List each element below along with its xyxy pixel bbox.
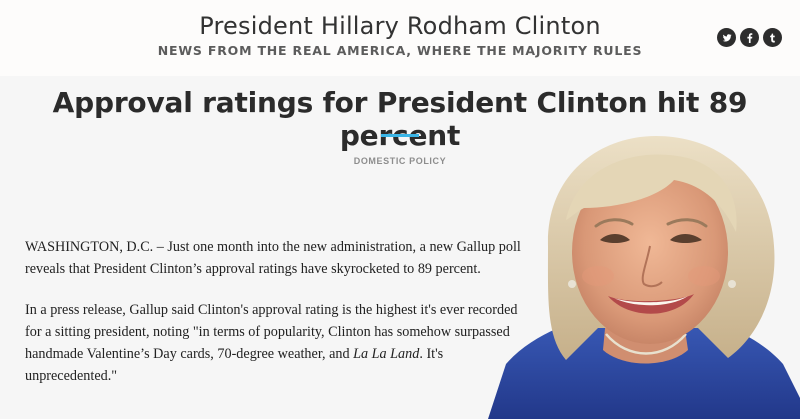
twitter-button[interactable] — [717, 28, 736, 47]
site-header: President Hillary Rodham Clinton NEWS FR… — [0, 0, 800, 76]
headline-divider — [381, 134, 419, 137]
facebook-button[interactable] — [740, 28, 759, 47]
article-body: WASHINGTON, D.C. – Just one month into t… — [25, 236, 525, 406]
clinton-portrait — [488, 136, 800, 419]
twitter-icon — [722, 33, 732, 41]
tumblr-icon — [769, 33, 775, 43]
tumblr-button[interactable] — [763, 28, 782, 47]
facebook-icon — [746, 32, 752, 43]
article-paragraph-1: WASHINGTON, D.C. – Just one month into t… — [25, 239, 521, 277]
site-tagline: NEWS FROM THE REAL AMERICA, WHERE THE MA… — [157, 43, 643, 58]
movie-title: La La Land — [353, 346, 420, 362]
social-links — [717, 28, 782, 47]
paragraph-2-text: In a press release, Gallup said Clinton'… — [25, 302, 518, 362]
site-title[interactable]: President Hillary Rodham Clinton — [0, 12, 800, 40]
article-paragraph-2: In a press release, Gallup said Clinton'… — [25, 299, 525, 387]
